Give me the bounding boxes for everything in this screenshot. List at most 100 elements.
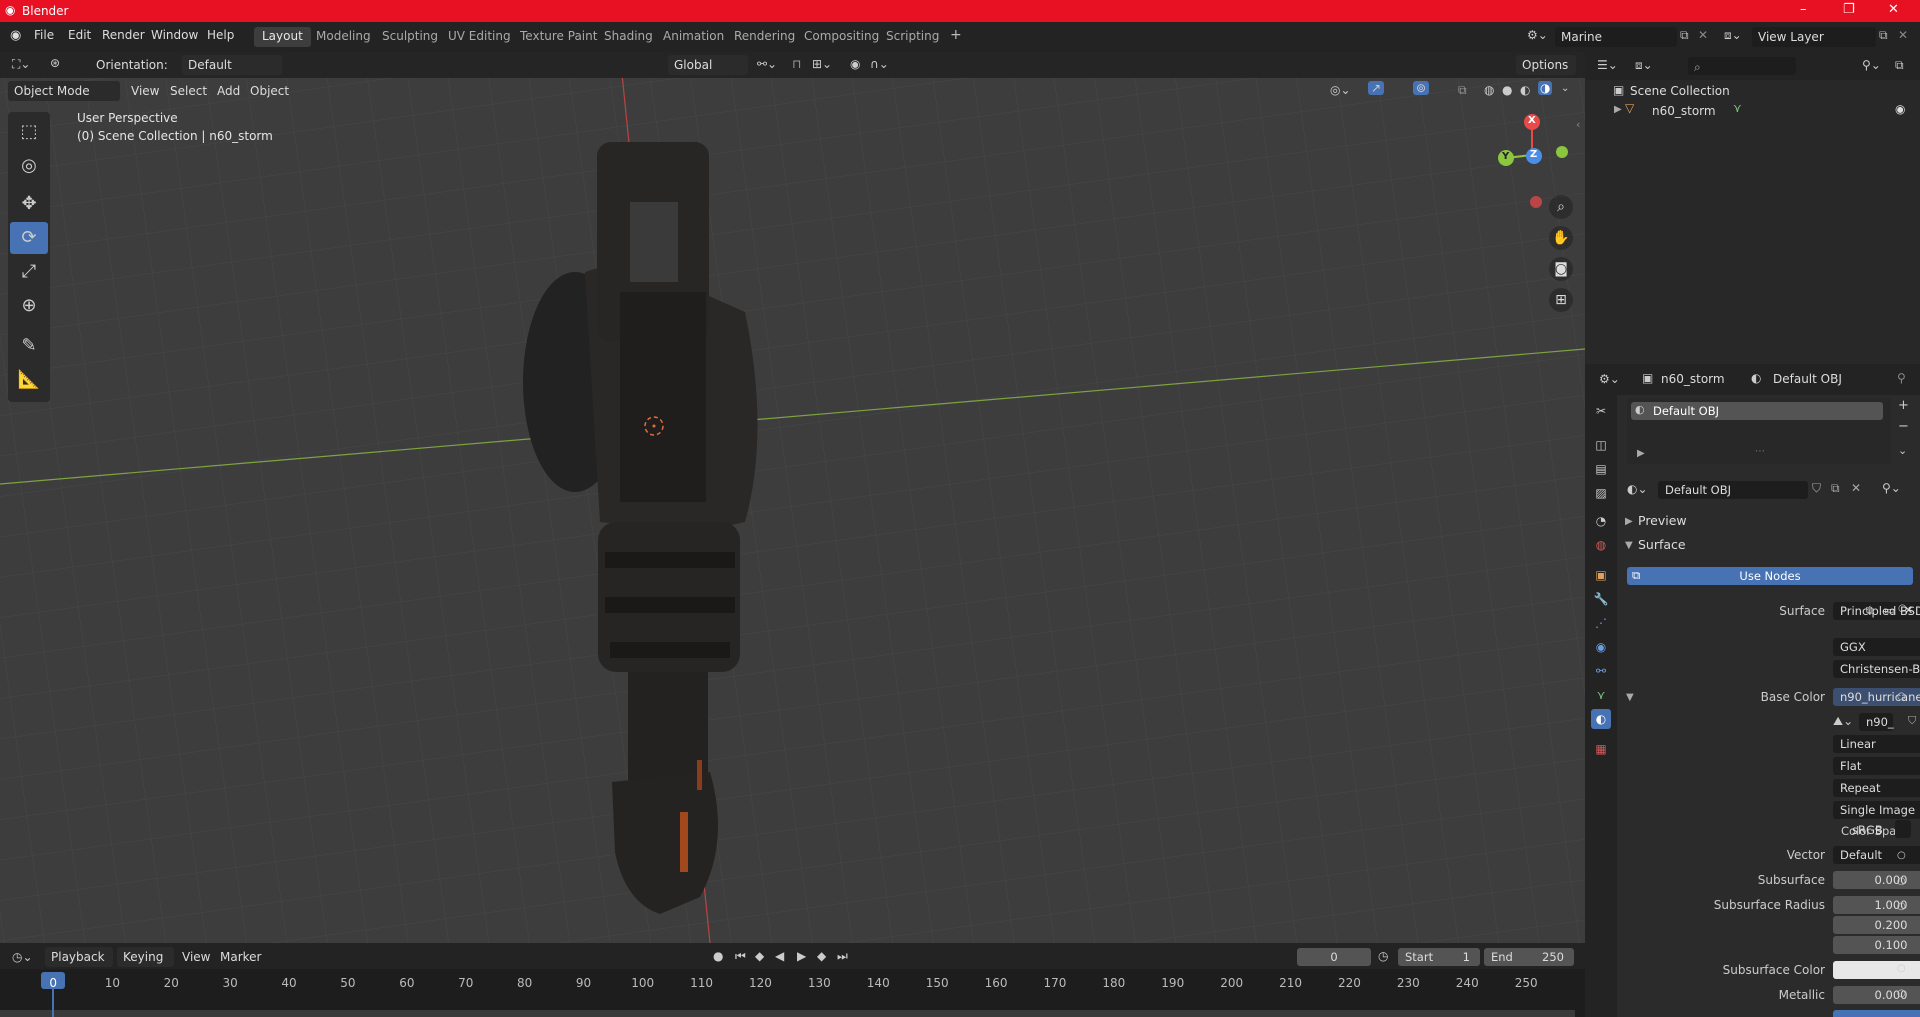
zoom-icon[interactable]: ⌕ [1549, 195, 1573, 219]
scene-browse-icon[interactable]: ⚙⌄ [1527, 28, 1548, 42]
timeline-editor-type-icon[interactable]: ◷⌄ [12, 950, 33, 964]
link-mode-icon[interactable]: ⚲⌄ [1882, 481, 1901, 495]
output-tab-icon[interactable]: ▤ [1591, 459, 1611, 479]
menu-edit[interactable]: Edit [68, 28, 91, 42]
restore-button[interactable]: ❐ [1843, 2, 1855, 17]
interpolation-dropdown[interactable]: Linear [1833, 735, 1920, 753]
tab-scripting[interactable]: Scripting [878, 27, 947, 47]
tab-animation[interactable]: Animation [655, 27, 732, 47]
constraints-tab-icon[interactable]: ⚯ [1591, 661, 1611, 681]
material-slot-row[interactable]: ◐ Default OBJ [1631, 402, 1883, 420]
subsurface-method-dropdown[interactable]: Christensen-Burley [1833, 660, 1920, 678]
tab-rendering[interactable]: Rendering [726, 27, 803, 47]
preview-panel-chevron-icon[interactable]: ▶ [1625, 516, 1633, 527]
object-data-tab-icon[interactable]: ⋎ [1591, 685, 1611, 705]
filter-icon[interactable]: ⚲⌄ [1862, 58, 1881, 72]
mode-dropdown[interactable]: Object Mode [8, 81, 120, 101]
visibility-eye-icon[interactable]: ◉ [1895, 102, 1905, 116]
rotate-tool-icon[interactable]: ⟳ [10, 222, 48, 254]
snap-target-icon[interactable]: ⊞⌄ [812, 57, 832, 71]
metallic-socket-icon[interactable]: ○ [1897, 988, 1906, 999]
perspective-toggle-icon[interactable]: ⊞ [1549, 288, 1573, 312]
world-tab-icon[interactable]: ◍ [1591, 535, 1611, 555]
view-layer-tab-icon[interactable]: ▨ [1591, 483, 1611, 503]
extension-dropdown[interactable]: Repeat [1833, 779, 1920, 797]
tab-sculpting[interactable]: Sculpting [374, 27, 446, 47]
move-tool-icon[interactable]: ✥ [10, 188, 48, 220]
image-name-field[interactable]: n90_ [1859, 713, 1894, 731]
record-icon[interactable]: ● [713, 949, 723, 963]
list-expand-icon[interactable]: ▶ [1637, 448, 1645, 459]
jump-end-icon[interactable]: ⏭ [837, 949, 848, 964]
render-tab-icon[interactable]: ◫ [1591, 435, 1611, 455]
outliner-search-input[interactable]: ⌕ [1688, 57, 1796, 75]
physics-tab-icon[interactable]: ◉ [1591, 637, 1611, 657]
minimize-button[interactable]: – [1800, 2, 1807, 17]
blender-menu-icon[interactable]: ◉ [10, 28, 21, 43]
image-unlink-icon[interactable]: ✕ [1904, 604, 1916, 620]
unlink-material-icon[interactable]: ✕ [1851, 481, 1861, 495]
subsurface-socket-icon[interactable]: ○ [1897, 876, 1906, 887]
surface-panel-chevron-icon[interactable]: ▼ [1625, 540, 1633, 551]
new-scene-icon[interactable]: ⧉ [1680, 28, 1689, 43]
start-frame-field[interactable]: Start 1 [1398, 948, 1480, 966]
color-space-dropdown[interactable] [1895, 820, 1911, 838]
tab-shading[interactable]: Shading [596, 27, 661, 47]
image-browse-icon[interactable]: ⛰⌄ [1833, 714, 1853, 729]
tool-tab-icon[interactable]: ✂ [1591, 401, 1611, 421]
surface-panel-header[interactable]: Surface [1638, 537, 1686, 552]
subsurface-radius-x-field[interactable]: 1.000 [1833, 896, 1920, 914]
distribution-dropdown[interactable]: GGX [1833, 638, 1920, 656]
gizmos-icon[interactable]: ↗ [1368, 81, 1385, 95]
properties-editor-type-icon[interactable]: ⚙⌄ [1599, 372, 1620, 386]
menu-render[interactable]: Render [102, 28, 145, 42]
pan-hand-icon[interactable]: ✋ [1549, 226, 1573, 250]
marker-menu[interactable]: Marker [220, 950, 261, 964]
menu-select[interactable]: Select [170, 84, 207, 98]
outliner-item-n60-storm[interactable]: n60_storm [1652, 104, 1716, 118]
timeline-view-menu[interactable]: View [182, 950, 210, 964]
scale-tool-icon[interactable]: ⤢ [10, 256, 48, 288]
vector-socket-icon[interactable]: ○ [1897, 850, 1906, 861]
use-nodes-button[interactable]: ⧉ Use Nodes [1627, 567, 1913, 585]
play-reverse-icon[interactable]: ◀ [775, 949, 784, 963]
shading-options-icon[interactable]: ⌄ [1561, 83, 1569, 94]
material-name-field[interactable]: Default OBJ [1658, 481, 1808, 499]
add-workspace-button[interactable]: + [942, 25, 970, 45]
material-shading-icon[interactable]: ◐ [1520, 83, 1530, 97]
vector-field[interactable]: Default [1833, 846, 1920, 864]
annotate-tool-icon[interactable]: ✎ [10, 330, 48, 362]
view-layer-browse-icon[interactable]: ⧈⌄ [1724, 28, 1742, 43]
prev-keyframe-icon[interactable]: ◆ [755, 949, 764, 963]
falloff-icon[interactable]: ∩⌄ [870, 57, 889, 71]
overlays-icon[interactable]: ⊚ [1413, 81, 1430, 95]
particles-tab-icon[interactable]: ⋰ [1591, 613, 1611, 633]
base-color-socket-icon[interactable]: ○ [1897, 691, 1906, 702]
view-layer-name-field[interactable]: View Layer [1752, 27, 1876, 47]
image-fake-user-icon[interactable]: ⛉ [1908, 714, 1916, 728]
pin-icon[interactable]: ⚲ [1897, 371, 1906, 385]
editor-type-icon[interactable]: ⛶⌄ [12, 57, 30, 72]
next-keyframe-icon[interactable]: ◆ [817, 949, 826, 963]
options-dropdown[interactable]: Options [1516, 55, 1576, 75]
menu-view[interactable]: View [131, 84, 159, 98]
delete-view-layer-icon[interactable]: ✕ [1898, 28, 1908, 42]
transform-pivot-icon[interactable]: ⊛ [50, 56, 60, 70]
menu-object[interactable]: Object [250, 84, 289, 98]
source-dropdown[interactable]: Single Image [1833, 801, 1920, 819]
remove-slot-icon[interactable]: − [1898, 419, 1909, 434]
new-collection-icon[interactable]: ⧉ [1895, 58, 1904, 73]
expand-icon[interactable]: ▶ [1614, 104, 1622, 115]
timeline-scrollbar[interactable] [0, 1010, 1575, 1017]
metallic-field[interactable]: 0.000 [1833, 986, 1920, 1004]
scene-name-field[interactable]: Marine [1555, 27, 1677, 47]
image-new-icon[interactable]: ⧉ [1866, 604, 1880, 620]
material-browse-icon[interactable]: ◐⌄ [1627, 482, 1648, 496]
tab-compositing[interactable]: Compositing [796, 27, 887, 47]
outliner-root[interactable]: Scene Collection [1630, 84, 1730, 98]
subsurface-radius-y-field[interactable]: 0.200 [1833, 916, 1920, 934]
subsurface-radius-socket-icon[interactable]: ○ [1897, 901, 1906, 912]
visibility-icon[interactable]: ◎⌄ [1330, 83, 1351, 97]
wireframe-shading-icon[interactable]: ◍ [1484, 83, 1494, 97]
end-frame-field[interactable]: End 250 [1484, 948, 1574, 966]
